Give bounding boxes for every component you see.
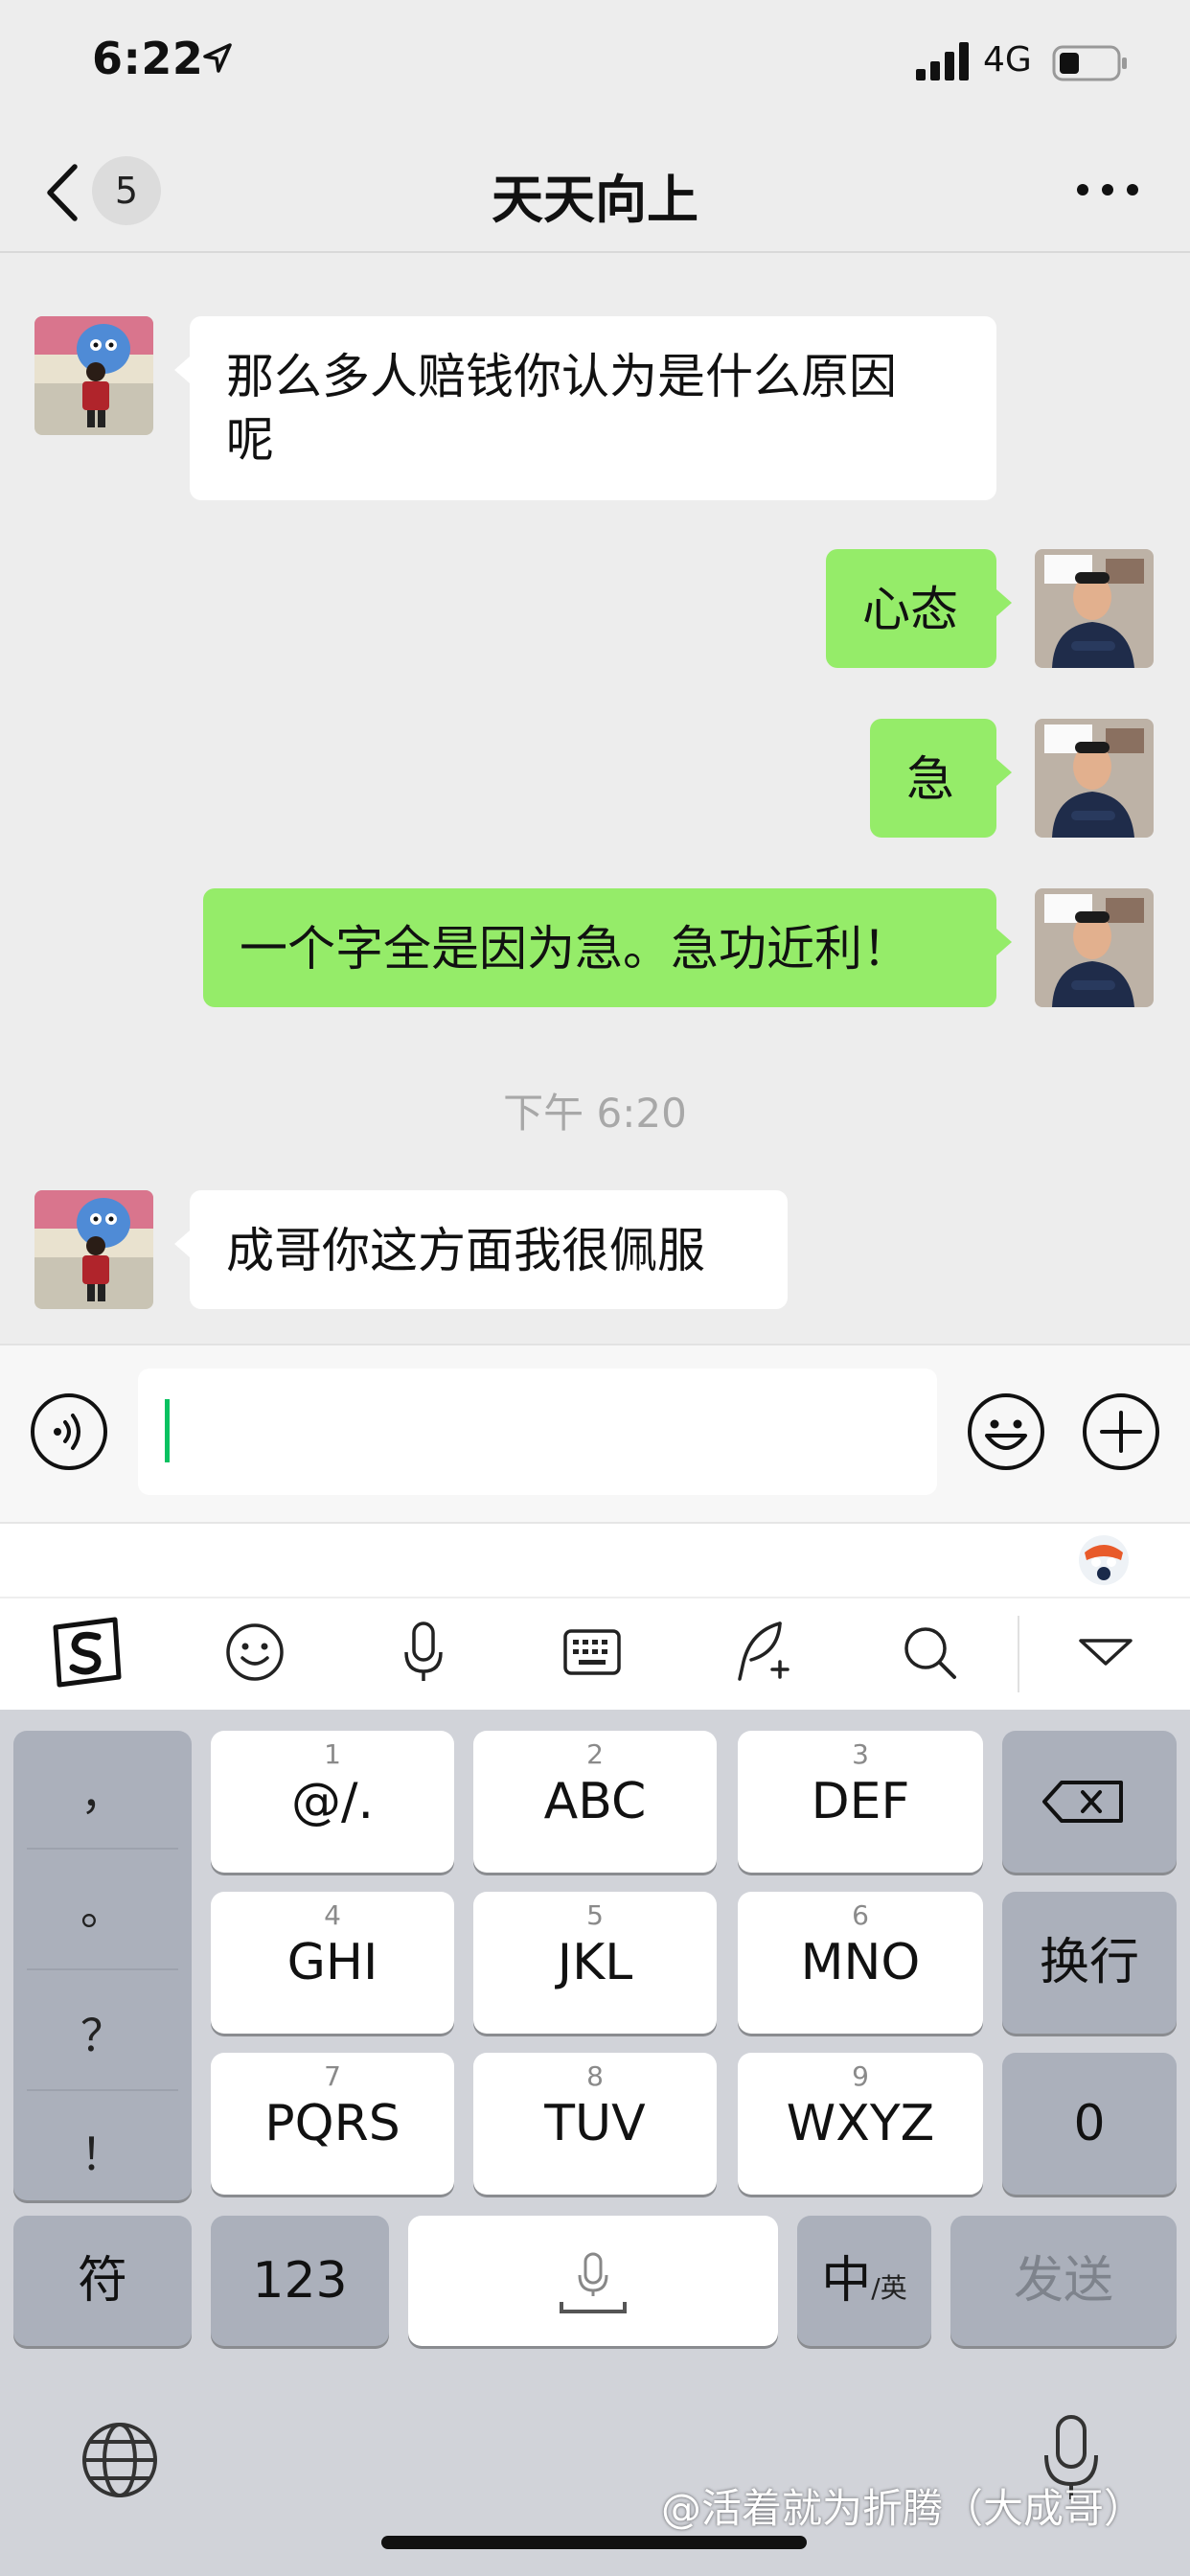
message-text: 心态 <box>862 582 958 637</box>
my-avatar[interactable] <box>1035 549 1154 668</box>
numbers-key[interactable]: 123 <box>211 2216 389 2346</box>
toolbar-divider <box>1018 1616 1019 1692</box>
space-mic-icon <box>560 2252 627 2313</box>
key-letters: MNO <box>800 1934 921 1991</box>
sogou-logo-icon[interactable] <box>48 1614 125 1690</box>
key-letters: PQRS <box>264 2095 400 2152</box>
my-avatar[interactable] <box>1035 888 1154 1007</box>
key-number: 4 <box>324 1899 341 1931</box>
key-3[interactable]: 3 DEF <box>738 1731 983 1873</box>
key-6[interactable]: 6 MNO <box>738 1892 983 2034</box>
message-text: 急 <box>906 751 954 807</box>
message-input-field[interactable] <box>138 1368 937 1495</box>
voice-input-icon[interactable] <box>29 1392 109 1472</box>
key-7[interactable]: 7 PQRS <box>211 2053 454 2195</box>
lang-sub-label: /英 <box>871 2272 907 2304</box>
keyboard-suggestion-bar <box>0 1522 1190 1597</box>
handwriting-quill-icon[interactable] <box>722 1614 799 1690</box>
key-letters: JKL <box>557 1934 633 1991</box>
punct-period-key[interactable]: 。 <box>13 1874 192 1938</box>
message-text: 一个字全是因为急。急功近利！ <box>240 921 910 977</box>
key-number: 1 <box>324 1738 341 1770</box>
microphone-icon[interactable] <box>385 1614 462 1690</box>
punct-divider <box>27 1968 178 1970</box>
more-options-icon[interactable] <box>1073 172 1142 207</box>
battery-icon <box>1052 45 1127 81</box>
search-icon[interactable] <box>891 1614 968 1690</box>
status-time: 6:22 <box>92 33 204 84</box>
punct-question-key[interactable]: ？ <box>13 2001 192 2064</box>
contact-avatar[interactable] <box>34 1190 153 1309</box>
space-key[interactable] <box>408 2216 778 2346</box>
watermark-text: @活着就为折腾（大成哥） <box>661 2485 1145 2532</box>
chat-title: 天天向上 <box>492 170 698 230</box>
punct-divider <box>27 1848 178 1850</box>
home-indicator[interactable] <box>381 2536 807 2549</box>
message-text-line: 那么多人赔钱你认为是什么原因 <box>226 349 897 404</box>
add-more-icon[interactable] <box>1081 1392 1161 1472</box>
key-letters: GHI <box>286 1934 378 1991</box>
key-letters: ABC <box>543 1773 647 1830</box>
key-number: 3 <box>852 1738 869 1770</box>
key-5[interactable]: 5 JKL <box>473 1892 717 2034</box>
message-text-line: 呢 <box>226 412 274 468</box>
message-bubble-outgoing[interactable]: 急 <box>870 719 1012 838</box>
keyboard-icon[interactable] <box>554 1614 630 1690</box>
numbers-label: 123 <box>252 2252 348 2310</box>
punctuation-column[interactable]: ， 。 ？ ！ <box>13 1731 192 2200</box>
lang-main-label: 中 <box>821 2252 872 2310</box>
message-text: 成哥你这方面我很佩服 <box>226 1223 705 1278</box>
emoji-icon[interactable] <box>966 1392 1046 1472</box>
symbols-key[interactable]: 符 <box>13 2216 192 2346</box>
key-letters: @/. <box>290 1773 375 1830</box>
key-number: 2 <box>586 1738 604 1770</box>
emoji-panel-icon[interactable] <box>217 1614 293 1690</box>
key-4[interactable]: 4 GHI <box>211 1892 454 2034</box>
key-number: 8 <box>586 2060 604 2092</box>
key-1[interactable]: 1 @/. <box>211 1731 454 1873</box>
network-type: 4G <box>983 40 1032 80</box>
key-number: 6 <box>852 1899 869 1931</box>
key-letters: TUV <box>544 2095 646 2152</box>
globe-icon[interactable] <box>77 2417 163 2503</box>
key-number: 9 <box>852 2060 869 2092</box>
message-bubble-outgoing[interactable]: 心态 <box>826 549 1012 668</box>
language-switch-key[interactable]: 中/英 <box>797 2216 931 2346</box>
punct-exclaim-key[interactable]: ！ <box>13 2120 192 2183</box>
newline-label: 换行 <box>1039 1934 1139 1991</box>
send-label: 发送 <box>1013 2252 1113 2310</box>
my-avatar[interactable] <box>1035 719 1154 838</box>
key-8[interactable]: 8 TUV <box>473 2053 717 2195</box>
symbols-label: 符 <box>77 2252 127 2310</box>
text-caret <box>165 1399 170 1462</box>
message-timestamp: 下午 6:20 <box>503 1090 687 1137</box>
zero-label: 0 <box>1073 2095 1106 2152</box>
signal-strength-icon <box>916 42 969 80</box>
key-9[interactable]: 9 WXYZ <box>738 2053 983 2195</box>
key-0[interactable]: 0 <box>1002 2053 1177 2195</box>
collapse-keyboard-icon[interactable] <box>1067 1614 1144 1690</box>
key-2[interactable]: 2 ABC <box>473 1731 717 1873</box>
header-divider <box>0 251 1190 253</box>
message-bubble-incoming[interactable]: 那么多人赔钱你认为是什么原因 呢 <box>174 316 996 500</box>
key-number: 7 <box>324 2060 341 2092</box>
send-key[interactable]: 发送 <box>950 2216 1177 2346</box>
punct-divider <box>27 2089 178 2091</box>
location-arrow-icon <box>203 43 232 73</box>
newline-key[interactable]: 换行 <box>1002 1892 1177 2034</box>
keyboard-mascot-icon[interactable] <box>1073 1528 1134 1589</box>
key-letters: WXYZ <box>786 2095 935 2152</box>
message-bubble-outgoing[interactable]: 一个字全是因为急。急功近利！ <box>203 888 1012 1007</box>
contact-avatar[interactable] <box>34 316 153 435</box>
key-letters: DEF <box>811 1773 910 1830</box>
key-number: 5 <box>586 1899 604 1931</box>
backspace-key[interactable] <box>1002 1731 1177 1873</box>
backspace-icon <box>1042 1781 1123 1823</box>
message-bubble-incoming[interactable]: 成哥你这方面我很佩服 <box>174 1190 788 1309</box>
punct-comma-key[interactable]: ， <box>13 1760 192 1823</box>
